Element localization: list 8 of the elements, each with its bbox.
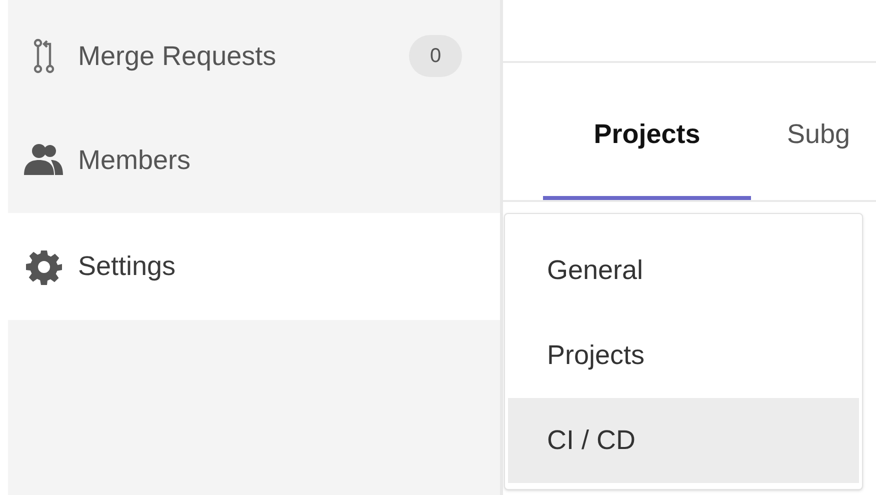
merge-request-icon [33, 38, 55, 74]
settings-icon [26, 248, 62, 284]
people-icon [24, 143, 64, 177]
sidebar-item[interactable]: Settings [8, 213, 500, 320]
tab[interactable]: Projects [543, 114, 751, 200]
count-badge: 0 [409, 35, 462, 77]
tab[interactable]: Subg [787, 114, 850, 200]
menu-item[interactable]: CI / CD [508, 398, 859, 483]
